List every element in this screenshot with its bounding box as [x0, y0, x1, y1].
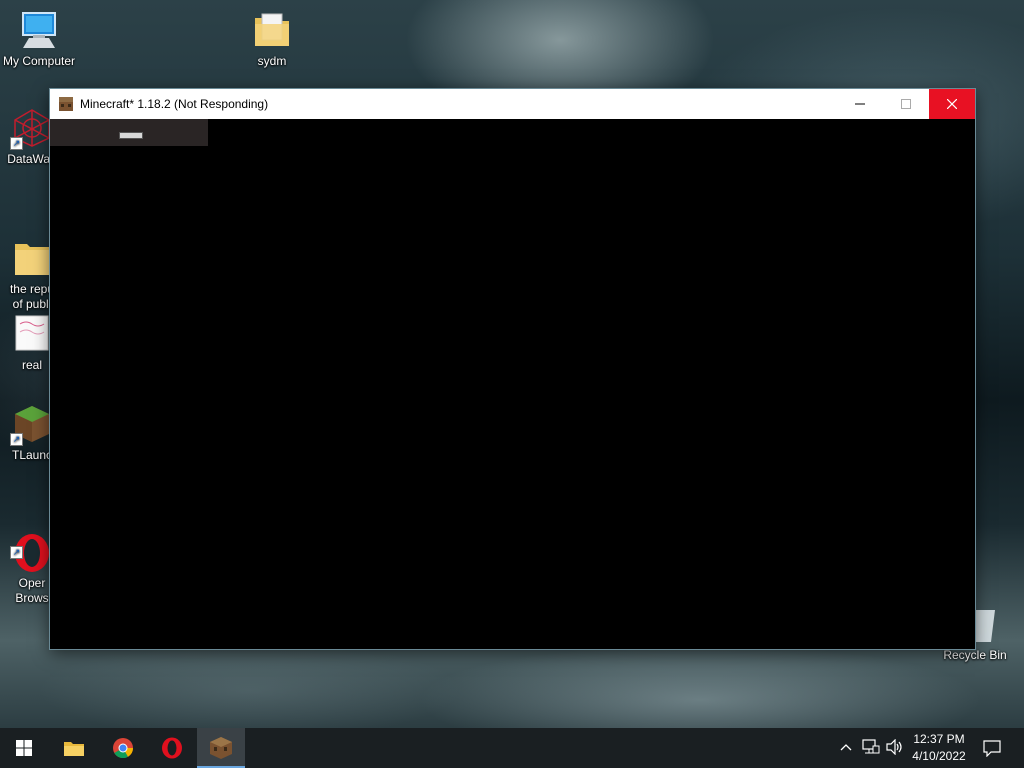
taskbar: 12:37 PM 4/10/2022	[0, 728, 1024, 768]
desktop-icon-label: My Computer	[2, 54, 76, 68]
shortcut-arrow-icon: ↗	[10, 433, 23, 446]
action-center-button[interactable]	[983, 739, 1001, 762]
close-icon	[947, 99, 957, 109]
shortcut-arrow-icon: ↗	[10, 137, 23, 150]
start-icon	[16, 740, 32, 756]
taskbar-opera[interactable]	[148, 728, 196, 768]
datawag-icon: ↗	[10, 108, 52, 150]
minimize-icon	[855, 103, 865, 105]
volume-button[interactable]	[886, 738, 904, 760]
start-button[interactable]	[0, 728, 48, 768]
desktop-icon-my-computer[interactable]: My Computer	[1, 10, 77, 69]
taskbar-file-explorer[interactable]	[50, 728, 98, 768]
minecraft-icon	[58, 96, 74, 112]
opera-icon	[162, 737, 182, 759]
clock-date: 4/10/2022	[912, 749, 966, 763]
window-titlebar[interactable]: Minecraft* 1.18.2 (Not Responding)	[50, 89, 975, 119]
maximize-button[interactable]	[883, 89, 929, 119]
chrome-icon	[113, 738, 134, 759]
close-button[interactable]	[929, 89, 975, 119]
desktop-icon-label: sydm	[257, 54, 287, 68]
network-icon	[862, 739, 880, 754]
folder-icon	[12, 223, 52, 275]
opera-icon: ↗	[10, 517, 52, 572]
render-artifact-button	[119, 132, 143, 139]
window-title: Minecraft* 1.18.2 (Not Responding)	[80, 97, 269, 111]
clock-time: 12:37 PM	[913, 732, 965, 746]
folder-icon	[252, 10, 292, 50]
network-button[interactable]	[862, 739, 880, 760]
taskbar-chrome[interactable]	[99, 728, 147, 768]
minecraft-icon	[210, 737, 232, 759]
render-artifact	[50, 119, 208, 146]
desktop-icon-label: Recycle Bin	[943, 648, 1007, 662]
desktop: My Computer sydm ↗ DataWag the repu of p…	[0, 0, 1024, 728]
maximize-icon	[901, 99, 911, 109]
desktop-icon-sydm[interactable]: sydm	[234, 10, 310, 69]
minecraft-window[interactable]: Minecraft* 1.18.2 (Not Responding)	[50, 89, 975, 649]
notification-icon	[983, 740, 1001, 758]
window-content[interactable]	[50, 119, 975, 649]
tlauncher-icon: ↗	[10, 404, 52, 446]
chevron-up-icon	[840, 744, 852, 751]
show-hidden-icons-button[interactable]	[840, 740, 852, 758]
shortcut-arrow-icon: ↗	[10, 546, 23, 559]
image-file-icon	[12, 314, 52, 354]
minimize-button[interactable]	[837, 89, 883, 119]
volume-icon	[886, 738, 902, 756]
computer-icon	[19, 10, 59, 50]
taskbar-minecraft[interactable]	[197, 728, 245, 768]
file-explorer-icon	[64, 742, 84, 756]
taskbar-clock[interactable]: 12:37 PM 4/10/2022	[906, 731, 972, 765]
